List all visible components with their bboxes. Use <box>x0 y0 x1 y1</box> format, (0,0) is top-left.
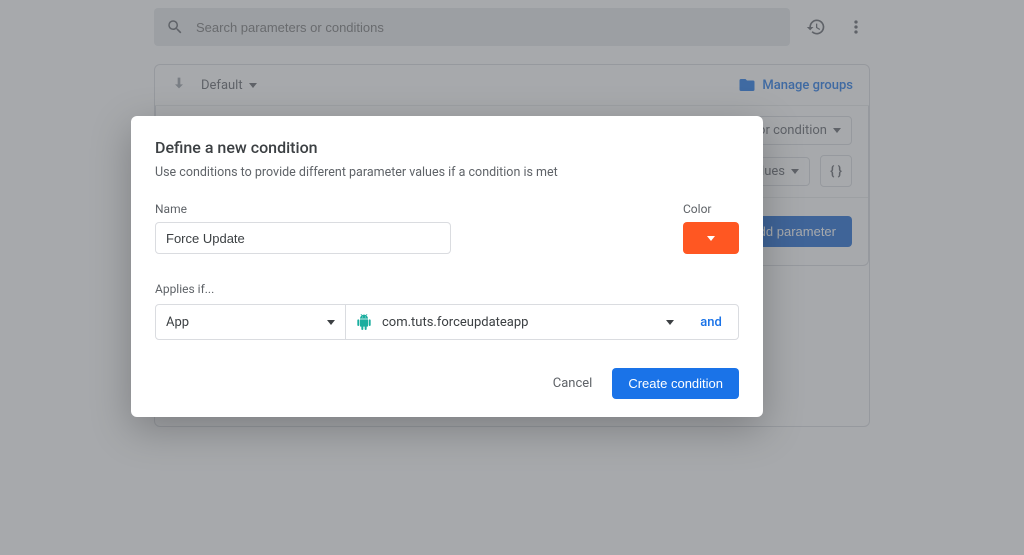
dialog-subtitle: Use conditions to provide different para… <box>155 165 739 180</box>
dialog-title: Define a new condition <box>155 138 739 157</box>
name-color-row: Name Color <box>155 202 739 254</box>
chevron-down-icon <box>327 320 335 325</box>
applies-row: App com.tuts.forceupdateapp and <box>155 304 739 340</box>
applies-value-select[interactable]: com.tuts.forceupdateapp <box>346 305 684 339</box>
new-condition-dialog: Define a new condition Use conditions to… <box>131 116 763 417</box>
name-field: Name <box>155 202 669 254</box>
dialog-footer: Cancel Create condition <box>155 368 739 399</box>
cancel-button[interactable]: Cancel <box>553 376 593 391</box>
name-input[interactable] <box>155 222 451 254</box>
color-picker-button[interactable] <box>683 222 739 254</box>
create-condition-button[interactable]: Create condition <box>612 368 739 399</box>
applies-field-label: App <box>166 315 189 330</box>
name-label: Name <box>155 202 669 216</box>
applies-field-select[interactable]: App <box>156 305 346 339</box>
applies-label: Applies if... <box>155 282 739 296</box>
color-label: Color <box>683 202 739 216</box>
applies-value-text: com.tuts.forceupdateapp <box>382 315 528 330</box>
color-field: Color <box>683 202 739 254</box>
android-icon <box>356 314 372 330</box>
chevron-down-icon <box>666 320 674 325</box>
applies-and-button[interactable]: and <box>684 305 738 339</box>
chevron-down-icon <box>707 236 715 241</box>
